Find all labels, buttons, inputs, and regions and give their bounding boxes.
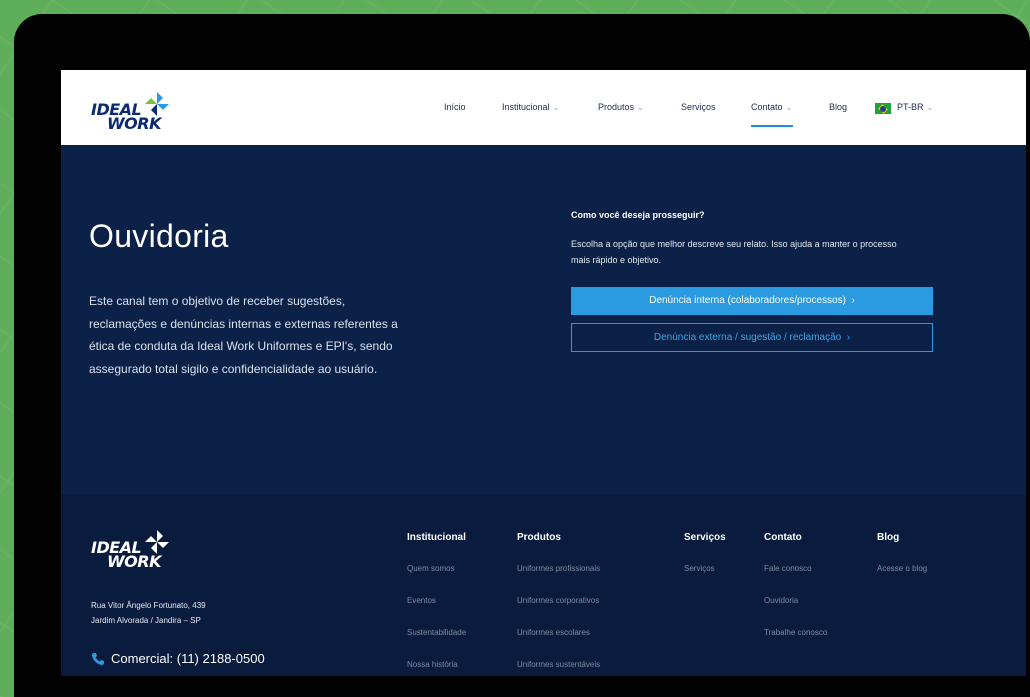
footer-heading: Serviços [684, 532, 726, 543]
pinwheel-icon [145, 92, 169, 116]
chevron-down-icon: ⌄ [637, 103, 644, 112]
footer-link[interactable]: Serviços [684, 563, 726, 584]
company-address: Rua Vitor Ângelo Fortunato, 439 Jardim A… [91, 601, 206, 625]
footer-logo-line-2: WORK [107, 552, 161, 571]
nav-institucional[interactable]: Institucional ⌄ [502, 102, 559, 112]
nav-contato[interactable]: Contato ⌄ [751, 102, 792, 112]
phone-icon [92, 653, 104, 665]
brazil-flag-icon[interactable] [875, 103, 891, 114]
footer-heading: Contato [764, 532, 802, 543]
footer-link[interactable]: Quem somos [407, 563, 466, 584]
chevron-down-icon: ⌄ [552, 103, 560, 112]
footer-link[interactable]: Eventos [407, 595, 466, 616]
chevron-down-icon: ⌄ [785, 103, 793, 112]
nav-produtos[interactable]: Produtos ⌄ [598, 102, 644, 112]
laptop-bezel: IDEAL WORK Início Institucional ⌄ Produt… [14, 14, 1030, 697]
page-title: Ouvidoria [89, 218, 229, 254]
footer-link[interactable]: Uniformes corporativos [517, 595, 600, 616]
footer-heading: Blog [877, 532, 900, 543]
footer-col-blog: Blog Acesse o blog [877, 532, 927, 595]
footer-col-institucional: Institucional Quem somos Eventos Sustent… [407, 532, 466, 676]
site-footer: IDEAL WORK Rua Vitor Ângelo Fortunato, 4… [61, 494, 1026, 676]
footer-col-servicos: Serviços Serviços [684, 532, 726, 595]
internal-report-button[interactable]: Denúncia interna (colaboradores/processo… [571, 287, 933, 315]
website-screen: IDEAL WORK Início Institucional ⌄ Produt… [61, 70, 1026, 676]
external-report-button[interactable]: Denúncia externa / sugestão / reclamação… [571, 323, 933, 352]
nav-blog[interactable]: Blog [829, 102, 847, 112]
chevron-right-icon: › [844, 332, 851, 343]
nav-servicos[interactable]: Serviços [681, 102, 716, 112]
logo-line-2: WORK [107, 114, 161, 133]
footer-link[interactable]: Uniformes escolares [517, 627, 600, 648]
footer-link[interactable]: Uniformes sustentáveis [517, 659, 600, 676]
footer-link[interactable]: Uniformes profissionais [517, 563, 600, 584]
footer-link[interactable]: Acesse o blog [877, 563, 927, 584]
footer-link[interactable]: Ouvidoria [764, 595, 827, 616]
proceed-question: Como você deseja prosseguir? [571, 210, 705, 220]
footer-logo[interactable]: IDEAL WORK [91, 530, 191, 576]
footer-heading: Produtos [517, 532, 561, 543]
chevron-down-icon: ⌄ [926, 103, 934, 112]
pinwheel-icon [145, 530, 169, 554]
footer-heading: Institucional [407, 532, 466, 543]
footer-link[interactable]: Trabalhe conosco [764, 627, 827, 648]
proceed-helper-text: Escolha a opção que melhor descreve seu … [571, 239, 897, 265]
language-selector[interactable]: PT-BR ⌄ [897, 102, 933, 112]
chevron-right-icon: › [848, 295, 855, 306]
footer-link[interactable]: Sustentabilidade [407, 627, 466, 648]
footer-link[interactable]: Nossa história [407, 659, 466, 676]
phone-number[interactable]: Comercial: (11) 2188-0500 [111, 651, 265, 666]
nav-inicio[interactable]: Início [444, 102, 466, 112]
footer-link[interactable]: Fale conosco [764, 563, 827, 584]
footer-col-contato: Contato Fale conosco Ouvidoria Trabalhe … [764, 532, 827, 659]
ideal-work-logo[interactable]: IDEAL WORK [91, 92, 191, 134]
site-header: IDEAL WORK Início Institucional ⌄ Produt… [61, 70, 1026, 145]
nav-active-indicator [751, 125, 793, 127]
page-description: Este canal tem o objetivo de receber sug… [89, 294, 398, 376]
footer-col-produtos: Produtos Uniformes profissionais Uniform… [517, 532, 600, 676]
